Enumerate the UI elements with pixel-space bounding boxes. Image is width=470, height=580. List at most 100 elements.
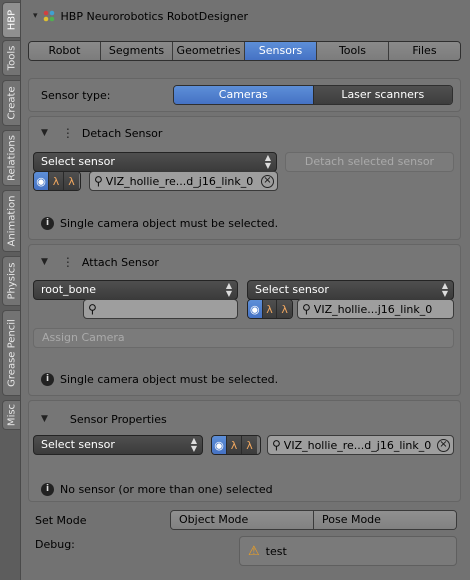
sensor-type-box: Sensor type: Cameras Laser scanners [28,78,461,112]
unlink-icon: ⋮ [61,126,74,140]
tab-tools[interactable]: Tools [317,42,389,60]
info-icon: i [41,217,54,230]
attach-select-sensor-dropdown[interactable]: Select sensor ▲ ▼ [247,280,454,300]
cameras-option[interactable]: Cameras [174,86,314,104]
debug-label: Debug: [35,538,75,551]
info-icon: i [41,483,54,496]
debug-message: test [265,544,287,558]
tab-sensors[interactable]: Sensors [245,42,317,60]
object-value: VIZ_hollie_re...d_j16_link_0 [105,174,254,188]
attach-sensor-panel: ▼ ⋮ Attach Sensor root_bone ▲ ▼ ⚲ Select … [28,244,461,396]
attach-object-search[interactable]: ⚲ VIZ_hollie...j16_link_0 [297,299,454,319]
expand-triangle-icon[interactable]: ▼ [41,257,48,267]
properties-select-sensor-dropdown[interactable]: Select sensor ▲ ▼ [33,435,203,455]
vtab-label: Misc [6,403,17,427]
mode-selector: Object Mode Pose Mode [170,510,457,530]
info-text: No sensor (or more than one) selected [60,483,273,496]
vtab-animation[interactable]: Animation [2,190,20,252]
armature-icon[interactable]: λ [227,436,242,454]
dropdown-arrows-icon: ▲ ▼ [264,153,271,170]
vtab-grease-pencil[interactable]: Grease Pencil [2,310,20,396]
vtab-label: Animation [6,195,17,247]
warning-icon: ⚠ [248,543,260,559]
object-mode-button[interactable]: Object Mode [171,511,314,529]
expand-triangle-icon[interactable]: ▼ [41,128,48,138]
link-icon: ⋮ [61,255,74,269]
hbp-logo-icon [43,10,54,22]
set-mode-label: Set Mode [35,514,87,527]
vtab-label: Relations [6,135,17,181]
vtab-label: Tools [6,45,17,71]
vtab-create[interactable]: Create [2,80,20,126]
collapse-icon[interactable]: ▾ [33,11,38,21]
vtab-label: HBP [6,9,17,31]
dropdown-arrows-icon: ▲ ▼ [225,281,232,298]
search-icon: ⚲ [272,438,281,452]
detach-visibility-toggles: ◉ λ λ [33,171,81,191]
expand-triangle-icon[interactable]: ▼ [41,414,48,424]
info-text: Single camera object must be selected. [60,217,279,230]
bone-icon[interactable]: λ [242,436,257,454]
armature-icon[interactable]: λ [262,300,278,318]
armature-icon[interactable]: λ [49,172,64,190]
debug-message-box: ⚠ test [239,536,457,566]
vtab-label: Grease Pencil [6,319,17,387]
pose-mode-button[interactable]: Pose Mode [314,511,456,529]
vtab-hbp[interactable]: HBP [2,2,20,38]
dropdown-label: Select sensor [255,283,329,296]
detach-select-sensor-dropdown[interactable]: Select sensor ▲ ▼ [33,152,277,172]
search-icon: ⚲ [88,302,97,316]
assign-camera-button[interactable]: Assign Camera [33,328,454,348]
panel-header[interactable]: ▾ HBP Neurorobotics RobotDesigner [21,0,470,32]
detach-selected-sensor-button[interactable]: Detach selected sensor [285,152,454,172]
tab-files[interactable]: Files [389,42,460,60]
dropdown-label: root_bone [41,283,97,296]
main-panel: ▾ HBP Neurorobotics RobotDesigner Robot … [21,0,470,580]
sensor-type-label: Sensor type: [41,89,111,102]
properties-info: i No sensor (or more than one) selected [41,483,273,496]
object-value: VIZ_hollie_re...d_j16_link_0 [283,438,432,452]
vtab-label: Physics [6,262,17,300]
detach-info: i Single camera object must be selected. [41,217,278,230]
vtab-physics[interactable]: Physics [2,256,20,306]
laser-scanners-option[interactable]: Laser scanners [313,86,452,104]
attach-sensor-header[interactable]: ▼ ⋮ Attach Sensor [41,252,159,272]
bone-icon[interactable]: λ [64,172,79,190]
search-icon: ⚲ [302,302,311,316]
clear-icon[interactable]: × [437,438,450,452]
tab-geometries[interactable]: Geometries [173,42,245,60]
vtab-tools[interactable]: Tools [2,40,20,76]
vtab-label: Create [6,86,17,120]
eye-icon[interactable]: ◉ [212,436,227,454]
properties-object-search[interactable]: ⚲ VIZ_hollie_re...d_j16_link_0 × [267,435,454,455]
detach-sensor-panel: ▼ ⋮ Detach Sensor Select sensor ▲ ▼ Detac… [28,116,461,240]
clear-icon[interactable]: × [261,174,274,188]
properties-visibility-toggles: ◉ λ λ [211,435,261,455]
vtab-misc[interactable]: Misc [2,400,20,430]
eye-icon[interactable]: ◉ [248,300,263,318]
sensor-properties-panel: ▼ Sensor Properties Select sensor ▲ ▼ ◉ λ… [28,400,461,502]
search-icon: ⚲ [94,174,103,188]
attach-visibility-toggles: ◉ λ λ [247,299,293,319]
vtab-relations[interactable]: Relations [2,130,20,186]
tab-robot[interactable]: Robot [29,42,101,60]
info-text: Single camera object must be selected. [60,373,279,386]
dropdown-arrows-icon: ▲ ▼ [441,281,448,298]
tab-segments[interactable]: Segments [101,42,173,60]
info-icon: i [41,373,54,386]
dropdown-label: Select sensor [41,155,115,168]
detach-sensor-header[interactable]: ▼ ⋮ Detach Sensor [41,123,162,143]
vertical-tab-strip: HBP Tools Create Relations Animation Phy… [0,0,21,580]
sensor-type-selector: Cameras Laser scanners [173,85,453,105]
sensor-properties-header[interactable]: ▼ Sensor Properties [41,409,167,429]
main-tabs: Robot Segments Geometries Sensors Tools … [28,41,461,61]
dropdown-label: Select sensor [41,438,115,451]
detach-sensor-title: Detach Sensor [81,126,163,140]
detach-object-search[interactable]: ⚲ VIZ_hollie_re...d_j16_link_0 × [89,171,278,191]
bone-icon[interactable]: λ [277,300,292,318]
bone-select-dropdown[interactable]: root_bone ▲ ▼ [33,280,238,300]
bone-search[interactable]: ⚲ [83,299,238,319]
sensor-properties-title: Sensor Properties [69,412,167,426]
panel-title: HBP Neurorobotics RobotDesigner [60,9,248,23]
eye-icon[interactable]: ◉ [34,172,49,190]
